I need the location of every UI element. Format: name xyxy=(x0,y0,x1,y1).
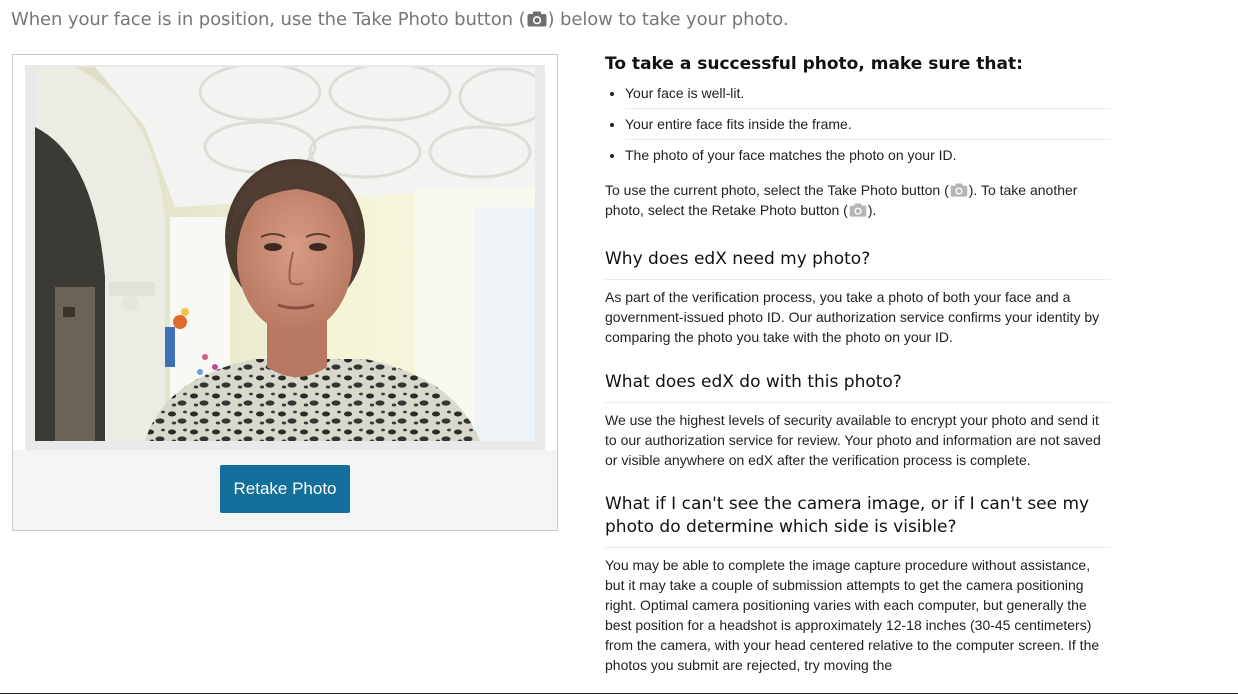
faq-section-what: What does edX do with this photo? We use… xyxy=(605,371,1111,470)
current-photo-text-1: To use the current photo, select the Tak… xyxy=(605,182,949,198)
instruction-text-start: When your face is in position, use the T… xyxy=(11,9,526,30)
instruction-text: When your face is in position, use the T… xyxy=(11,9,789,30)
faq-heading: Why does edX need my photo? xyxy=(605,248,1111,280)
faq-section-why: Why does edX need my photo? As part of t… xyxy=(605,248,1111,347)
faq-heading: What if I can't see the camera image, or… xyxy=(605,493,1111,548)
faq-body: We use the highest levels of security av… xyxy=(605,412,1101,468)
faq-section-camera: What if I can't see the camera image, or… xyxy=(605,493,1111,675)
photo-help-content: To take a successful photo, make sure th… xyxy=(605,53,1111,675)
camera-icon xyxy=(849,202,867,217)
faq-body: As part of the verification process, you… xyxy=(605,289,1100,345)
camera-icon xyxy=(950,182,968,197)
checklist-item: Your entire face fits inside the frame. xyxy=(625,109,1111,140)
camera-icon xyxy=(527,11,547,27)
captured-photo xyxy=(35,67,535,441)
checklist-heading: To take a successful photo, make sure th… xyxy=(605,54,1023,74)
photo-controls: Retake Photo xyxy=(13,450,557,530)
retake-photo-button[interactable]: Retake Photo xyxy=(220,465,350,513)
faq-body: You may be able to complete the image ca… xyxy=(605,557,1100,673)
photo-capture-panel: Retake Photo xyxy=(12,54,558,531)
instruction-text-end: ) below to take your photo. xyxy=(547,9,789,30)
faq-heading: What does edX do with this photo? xyxy=(605,371,1111,403)
photo-preview-area xyxy=(25,65,545,450)
photo-checklist: Your face is well-lit. Your entire face … xyxy=(605,78,1111,170)
current-photo-text-3: ). xyxy=(867,202,877,218)
checklist-item: Your face is well-lit. xyxy=(625,78,1111,109)
current-photo-instructions: To use the current photo, select the Tak… xyxy=(605,180,1111,220)
checklist-item: The photo of your face matches the photo… xyxy=(625,140,1111,170)
